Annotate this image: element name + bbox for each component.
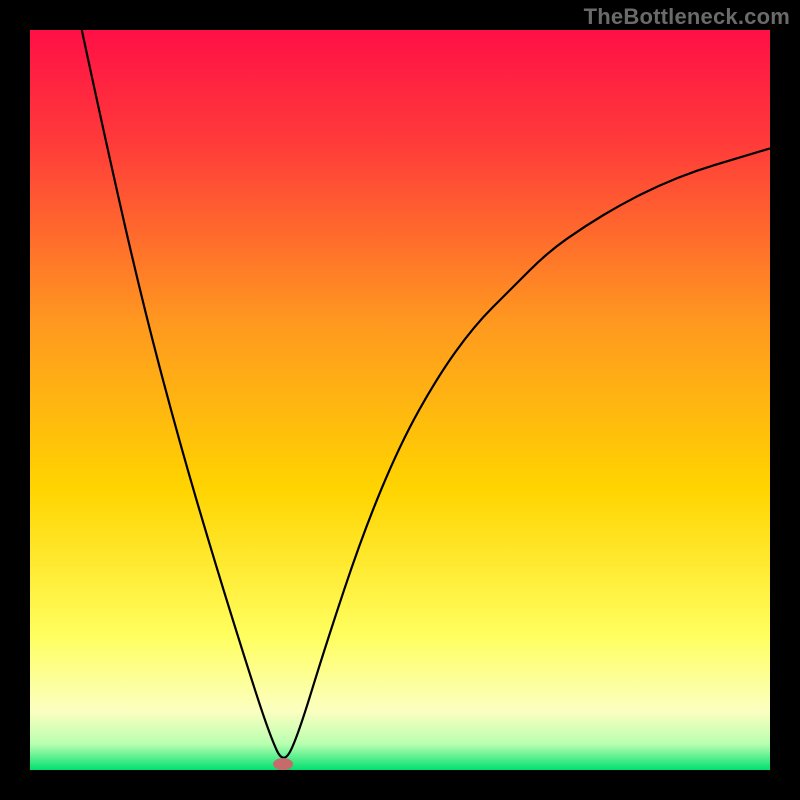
chart-frame: TheBottleneck.com (0, 0, 800, 800)
optimum-marker (273, 758, 293, 770)
watermark-text: TheBottleneck.com (584, 4, 790, 30)
bottleneck-chart (0, 0, 800, 800)
plot-area (30, 30, 770, 770)
